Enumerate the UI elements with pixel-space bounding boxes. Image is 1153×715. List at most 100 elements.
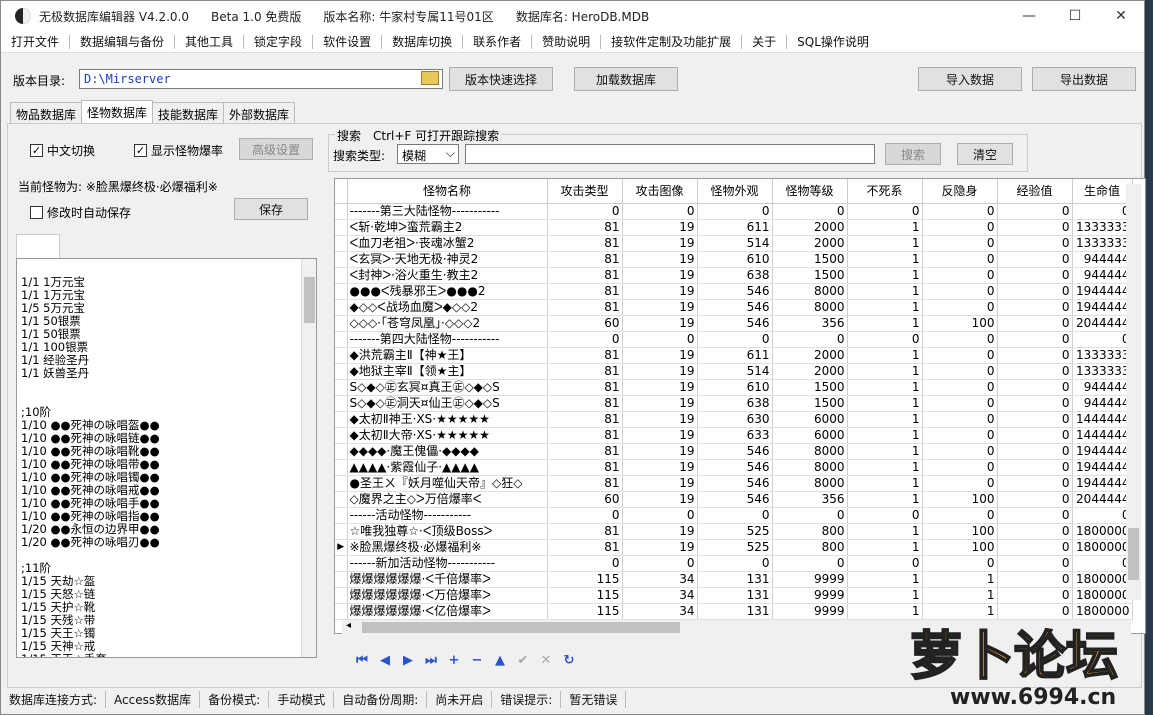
table-cell[interactable]: 1 [847, 523, 923, 540]
table-cell[interactable]: 2000 [772, 363, 848, 380]
tab-skills[interactable]: 技能数据库 [152, 102, 225, 124]
save-button[interactable]: 保存 [234, 198, 308, 220]
table-cell[interactable]: 0 [997, 587, 1073, 604]
table-cell[interactable]: 19 [622, 251, 698, 268]
load-db-button[interactable]: 加载数据库 [574, 67, 678, 91]
table-cell[interactable]: 0 [622, 331, 698, 348]
table-cell[interactable]: 60 [547, 491, 623, 508]
table-cell[interactable]: 610 [697, 379, 773, 396]
delete-record-icon[interactable]: − [469, 652, 485, 668]
table-cell[interactable]: 1 [847, 571, 923, 588]
table-cell[interactable]: 81 [547, 411, 623, 428]
table-cell[interactable]: 19 [622, 219, 698, 236]
table-cell[interactable]: 0 [997, 411, 1073, 428]
column-header[interactable]: 生命值 [1072, 179, 1133, 204]
table-cell[interactable]: 0 [772, 507, 848, 524]
table-cell[interactable]: 800 [772, 523, 848, 540]
table-cell[interactable]: 1 [847, 427, 923, 444]
table-cell[interactable]: 0 [922, 507, 998, 524]
table-cell[interactable]: 546 [697, 475, 773, 492]
table-cell[interactable]: 0 [997, 555, 1073, 572]
table-cell[interactable]: 9999 [772, 571, 848, 588]
table-cell[interactable]: 81 [547, 219, 623, 236]
table-cell[interactable]: 0 [922, 379, 998, 396]
table-cell[interactable]: 8000 [772, 283, 848, 300]
table-cell[interactable]: 1 [922, 587, 998, 604]
table-cell[interactable]: 1500 [772, 251, 848, 268]
table-cell[interactable]: ᐸ斩·乾坤ᐳ蛮荒霸主2 [347, 219, 548, 236]
table-cell[interactable]: 0 [997, 235, 1073, 252]
table-cell[interactable]: 81 [547, 427, 623, 444]
table-cell[interactable]: 944444 [1072, 267, 1133, 284]
table-cell[interactable]: 19 [622, 347, 698, 364]
drops-scrollbar[interactable] [301, 259, 316, 657]
last-record-icon[interactable]: ⏭ [423, 652, 439, 668]
table-cell[interactable]: 34 [622, 571, 698, 588]
quick-select-button[interactable]: 版本快速选择 [449, 67, 553, 91]
table-cell[interactable]: 19 [622, 427, 698, 444]
table-row[interactable]: ◆太初Ⅱ神王·XS·★★★★★ 81 19 630 6000 1 0 0 1444444 [335, 411, 1133, 428]
menu-item[interactable]: 联系作者 [463, 33, 531, 50]
table-cell[interactable]: 1800000 [1072, 587, 1133, 604]
table-cell[interactable]: 2000 [772, 219, 848, 236]
tab-monsters[interactable]: 怪物数据库 [81, 100, 154, 124]
table-cell[interactable]: 2000 [772, 347, 848, 364]
search-button[interactable]: 搜索 [885, 143, 941, 165]
table-cell[interactable]: 19 [622, 235, 698, 252]
table-cell[interactable]: 525 [697, 539, 773, 556]
table-cell[interactable]: 0 [997, 203, 1073, 220]
table-row[interactable]: ᐸ斩·乾坤ᐳ蛮荒霸主2 81 19 611 2000 1 0 0 1333333 [335, 219, 1133, 236]
table-cell[interactable]: 81 [547, 443, 623, 460]
table-cell[interactable]: 1444444 [1072, 427, 1133, 444]
search-input[interactable] [465, 144, 875, 164]
menu-item[interactable]: 数据库切换 [382, 33, 462, 50]
table-cell[interactable]: 546 [697, 315, 773, 332]
table-cell[interactable]: 60 [547, 315, 623, 332]
table-cell[interactable]: 1 [847, 379, 923, 396]
table-cell[interactable]: 1 [847, 475, 923, 492]
table-cell[interactable]: 0 [547, 507, 623, 524]
table-cell[interactable]: 100 [922, 315, 998, 332]
table-cell[interactable]: 81 [547, 395, 623, 412]
table-cell[interactable]: 1 [847, 491, 923, 508]
drops-tab[interactable] [16, 234, 60, 258]
column-header[interactable]: 攻击图像 [622, 179, 698, 204]
table-cell[interactable]: ◇魔界之主◇ᐳ万倍爆率ᐸ [347, 491, 548, 508]
table-cell[interactable]: 0 [697, 331, 773, 348]
table-cell[interactable]: 6000 [772, 427, 848, 444]
table-cell[interactable]: S◇◆◇㊣洞天¤仙王㊣◇◆◇S [347, 395, 548, 412]
table-cell[interactable]: 19 [622, 459, 698, 476]
export-button[interactable]: 导出数据 [1032, 67, 1136, 91]
table-cell[interactable]: 0 [922, 411, 998, 428]
column-header[interactable]: 攻击类型 [547, 179, 623, 204]
table-cell[interactable]: 0 [772, 331, 848, 348]
table-cell[interactable]: 1 [847, 459, 923, 476]
table-cell[interactable]: 0 [847, 555, 923, 572]
table-cell[interactable]: 1333333 [1072, 363, 1133, 380]
table-cell[interactable]: 8000 [772, 443, 848, 460]
table-cell[interactable]: 1 [847, 315, 923, 332]
table-cell[interactable]: 1 [847, 395, 923, 412]
drops-textarea[interactable]: 1/1 1万元宝 1/1 1万元宝 1/5 5万元宝 1/1 50银票 1/1 … [16, 258, 317, 658]
table-cell[interactable]: 611 [697, 347, 773, 364]
table-cell[interactable]: 81 [547, 283, 623, 300]
table-cell[interactable]: 1 [847, 347, 923, 364]
table-cell[interactable]: 1 [847, 219, 923, 236]
table-cell[interactable]: 0 [922, 363, 998, 380]
table-cell[interactable]: 0 [622, 507, 698, 524]
table-cell[interactable]: 34 [622, 587, 698, 604]
grid-vscrollbar[interactable] [1126, 184, 1141, 600]
tab-items[interactable]: 物品数据库 [10, 102, 83, 124]
table-cell[interactable]: 115 [547, 571, 623, 588]
table-row[interactable]: ☆唯我独尊☆·ᐸ顶级Bossᐳ 81 19 525 800 1 100 0 1800000 [335, 523, 1133, 540]
table-cell[interactable]: 19 [622, 267, 698, 284]
table-cell[interactable]: 1 [847, 235, 923, 252]
table-row[interactable]: ◆太初Ⅱ大帝·XS·★★★★★ 81 19 633 6000 1 0 0 1444444 [335, 427, 1133, 444]
table-cell[interactable]: 0 [847, 507, 923, 524]
table-cell[interactable]: 1 [847, 443, 923, 460]
table-cell[interactable]: -------第四大陆怪物----------- [347, 331, 548, 348]
menu-item[interactable]: 打开文件 [1, 33, 69, 50]
table-cell[interactable]: 0 [622, 555, 698, 572]
drops-scroll-thumb[interactable] [304, 277, 315, 323]
table-cell[interactable]: 0 [922, 331, 998, 348]
